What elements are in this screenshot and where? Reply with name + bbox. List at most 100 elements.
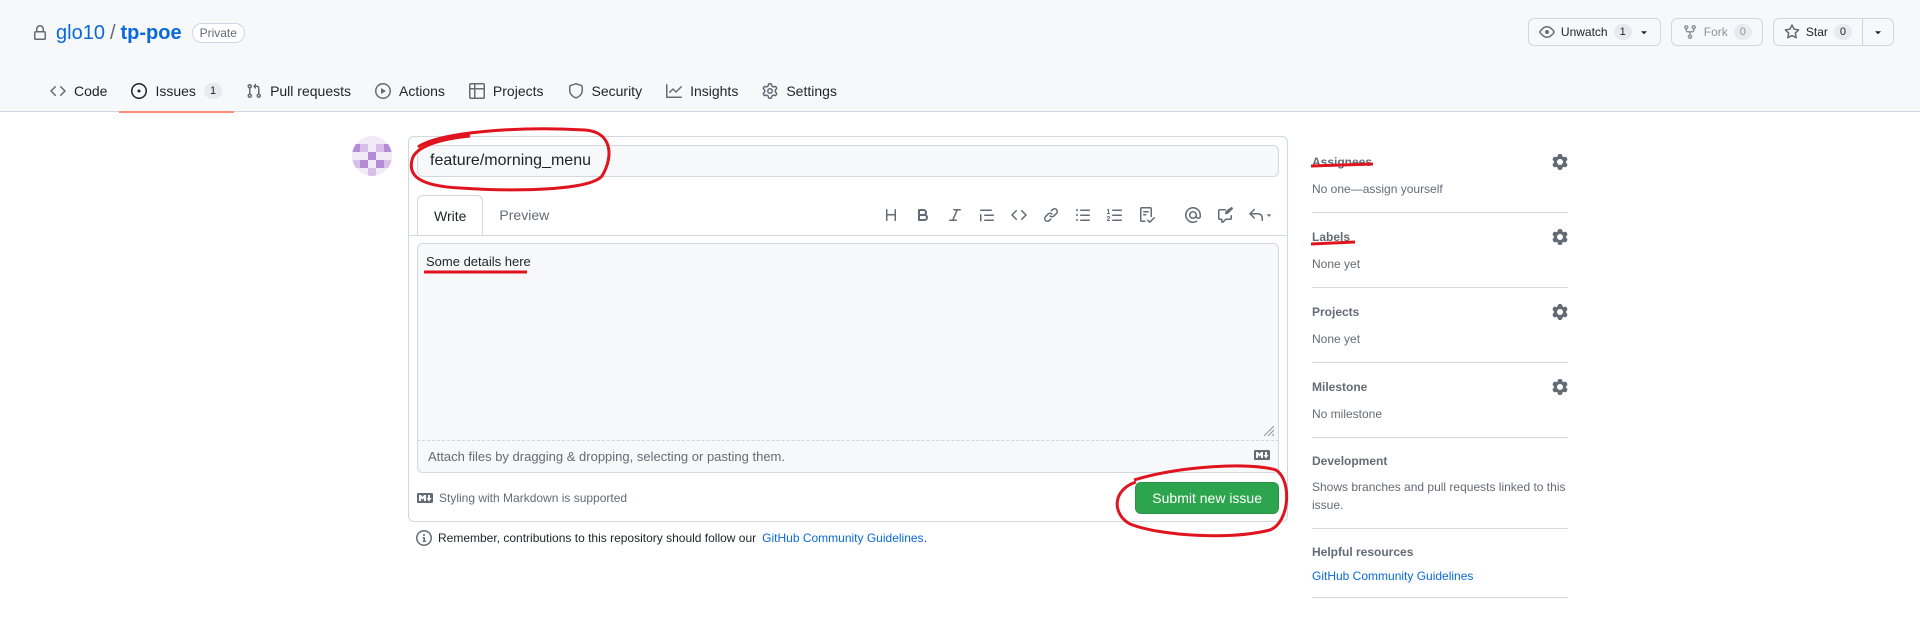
guidelines-reminder: Remember, contributions to this reposito…	[416, 530, 927, 546]
labels-heading: Labels	[1312, 230, 1351, 244]
link-icon	[1043, 207, 1059, 223]
star-button[interactable]: Star 0	[1772, 18, 1894, 46]
assignees-value[interactable]: No one—assign yourself	[1312, 180, 1568, 198]
tab-pull-requests[interactable]: Pull requests	[234, 70, 363, 112]
tab-pull-requests-label: Pull requests	[270, 83, 351, 99]
helpful-resources-heading: Helpful resources	[1312, 545, 1414, 559]
editor-tabs: Write Preview	[417, 195, 565, 236]
development-section: Development Shows branches and pull requ…	[1312, 438, 1568, 529]
italic-button[interactable]	[939, 199, 971, 231]
development-value: Shows branches and pull requests linked …	[1312, 480, 1566, 512]
cross-reference-icon	[1218, 207, 1233, 223]
markdown-icon	[417, 493, 433, 503]
repo-name-link[interactable]: tp-poe	[121, 22, 182, 45]
reference-button[interactable]	[1209, 199, 1241, 231]
milestone-value: No milestone	[1312, 407, 1383, 421]
triangle-down-icon	[1640, 31, 1647, 35]
submit-new-issue-button[interactable]: Submit new issue	[1135, 482, 1279, 514]
watch-count: 1	[1613, 24, 1632, 40]
task-list-button[interactable]	[1131, 199, 1163, 231]
tab-code[interactable]: Code	[38, 70, 119, 112]
code-icon	[1011, 209, 1027, 221]
fork-button[interactable]: Fork 0	[1670, 18, 1763, 46]
tab-settings-label: Settings	[786, 83, 837, 99]
editor-divider	[409, 235, 1287, 236]
tab-insights-label: Insights	[690, 83, 739, 99]
lock-icon	[34, 25, 46, 40]
avatar	[352, 136, 392, 176]
labels-section: Labels None yet	[1312, 213, 1568, 288]
attach-files-bar[interactable]: Attach files by dragging & dropping, sel…	[417, 441, 1279, 473]
tab-actions-label: Actions	[399, 83, 445, 99]
ordered-list-button[interactable]	[1099, 199, 1131, 231]
gear-icon[interactable]	[1552, 304, 1568, 320]
issue-body-text: Some details here	[426, 254, 531, 269]
unwatch-button[interactable]: Unwatch 1	[1527, 18, 1661, 46]
community-guidelines-link[interactable]: GitHub Community Guidelines	[762, 531, 923, 545]
helpful-resources-section: Helpful resources GitHub Community Guide…	[1312, 529, 1568, 598]
code-button[interactable]	[1003, 199, 1035, 231]
tab-security[interactable]: Security	[556, 70, 655, 112]
repo-owner-link[interactable]: glo10	[56, 22, 105, 45]
bold-button[interactable]	[907, 199, 939, 231]
tab-code-label: Code	[74, 83, 108, 99]
tab-preview[interactable]: Preview	[483, 195, 565, 235]
markdown-note[interactable]: Styling with Markdown is supported	[417, 490, 627, 506]
code-icon	[50, 85, 66, 97]
repo-title: glo10 / tp-poe Private	[32, 18, 245, 48]
gear-icon[interactable]	[1552, 154, 1568, 170]
labels-value: None yet	[1312, 257, 1361, 271]
sidebar-guidelines-link[interactable]: GitHub Community Guidelines	[1312, 569, 1568, 583]
triangle-down-icon	[1875, 31, 1881, 35]
info-icon	[416, 530, 432, 546]
resize-handle-icon[interactable]	[1264, 426, 1274, 436]
fork-label: Fork	[1703, 25, 1728, 39]
markdown-toolbar	[875, 199, 1281, 231]
issue-sidebar: Assignees No one—assign yourself Labels …	[1312, 148, 1568, 598]
milestone-section: Milestone No milestone	[1312, 363, 1568, 438]
tab-insights[interactable]: Insights	[654, 70, 750, 112]
gear-icon[interactable]	[1552, 379, 1568, 395]
repo-path-separator: /	[109, 21, 116, 44]
heading-button[interactable]	[875, 199, 907, 231]
link-button[interactable]	[1035, 199, 1067, 231]
table-icon	[468, 83, 485, 99]
tab-projects[interactable]: Projects	[457, 70, 556, 112]
form-footer: Styling with Markdown is supported Submi…	[417, 481, 1279, 515]
tab-security-label: Security	[591, 83, 643, 99]
tab-settings[interactable]: Settings	[750, 70, 849, 112]
tab-actions[interactable]: Actions	[363, 70, 457, 112]
git-pull-request-icon	[247, 83, 262, 99]
issue-body-textarea[interactable]: Some details here	[417, 243, 1279, 441]
markdown-icon	[1254, 450, 1270, 460]
unordered-list-button[interactable]	[1067, 199, 1099, 231]
repo-nav-tabs: Code Issues 1 Pull requests Actions Proj…	[38, 70, 849, 113]
list-ordered-icon	[1107, 209, 1122, 221]
saved-replies-button[interactable]	[1241, 199, 1281, 231]
reminder-text: Remember, contributions to this reposito…	[438, 531, 757, 545]
issue-title-input[interactable]	[417, 145, 1279, 177]
gear-icon[interactable]	[1552, 229, 1568, 245]
eye-icon	[1539, 26, 1555, 38]
heading-icon	[886, 209, 896, 221]
star-label: Star	[1805, 25, 1828, 39]
repo-actions: Unwatch 1 Fork 0 Star 0	[1527, 18, 1894, 46]
issue-opened-icon	[131, 83, 148, 99]
assignees-heading: Assignees	[1312, 155, 1373, 169]
tab-write[interactable]: Write	[417, 195, 484, 236]
star-dropdown-button[interactable]	[1862, 19, 1893, 45]
quote-button[interactable]	[971, 199, 1003, 231]
tab-issues-label: Issues	[155, 83, 196, 99]
reminder-suffix: .	[923, 531, 927, 545]
shield-icon	[568, 83, 583, 99]
list-unordered-icon	[1076, 209, 1090, 221]
tab-issues[interactable]: Issues 1	[119, 70, 234, 113]
quote-icon	[980, 209, 994, 222]
development-heading: Development	[1312, 454, 1388, 468]
mention-icon	[1185, 207, 1201, 223]
italic-icon	[949, 209, 961, 221]
unwatch-label: Unwatch	[1560, 25, 1608, 39]
mention-button[interactable]	[1177, 199, 1209, 231]
bold-icon	[918, 209, 929, 221]
triangle-down-icon	[1266, 214, 1272, 217]
